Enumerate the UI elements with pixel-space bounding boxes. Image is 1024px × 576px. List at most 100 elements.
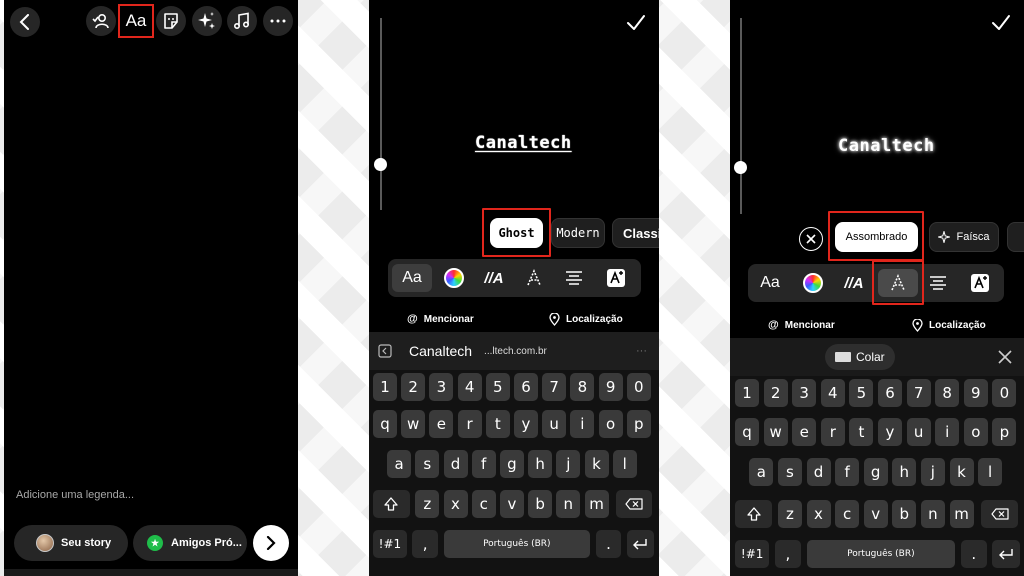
sticker-button[interactable] (156, 6, 186, 36)
key-s[interactable]: s (777, 458, 802, 486)
key-h[interactable]: h (892, 458, 917, 486)
space-key[interactable]: Português (BR) (443, 530, 591, 558)
comma-key[interactable]: , (412, 530, 438, 558)
key-m[interactable]: m (949, 500, 974, 528)
text-background-tool[interactable] (602, 264, 630, 292)
key-5[interactable]: 5 (485, 373, 510, 401)
key-l[interactable]: l (978, 458, 1003, 486)
key-n[interactable]: n (920, 500, 945, 528)
key-4[interactable]: 4 (820, 379, 845, 407)
key-w[interactable]: w (401, 410, 426, 438)
key-a[interactable]: a (387, 450, 412, 478)
your-story-button[interactable]: Seu story (14, 525, 128, 561)
key-n[interactable]: n (556, 490, 581, 518)
align-tool[interactable] (560, 264, 588, 292)
location-button[interactable]: Localização (549, 307, 623, 331)
key-0[interactable]: 0 (626, 373, 651, 401)
music-button[interactable] (227, 6, 257, 36)
key-2[interactable]: 2 (401, 373, 426, 401)
key-d[interactable]: d (443, 450, 468, 478)
key-t[interactable]: t (849, 418, 874, 446)
key-o[interactable]: o (598, 410, 623, 438)
key-8[interactable]: 8 (935, 379, 960, 407)
key-w[interactable]: w (763, 418, 788, 446)
text-effect-tool[interactable]: //A (480, 264, 508, 292)
key-g[interactable]: g (499, 450, 524, 478)
key-9[interactable]: 9 (963, 379, 988, 407)
color-tool[interactable] (440, 264, 468, 292)
back-button[interactable] (10, 7, 40, 37)
font-tool[interactable]: Aa (392, 264, 432, 292)
key-y[interactable]: y (514, 410, 538, 438)
key-s[interactable]: s (415, 450, 440, 478)
key-k[interactable]: k (584, 450, 609, 478)
key-r[interactable]: r (457, 410, 482, 438)
key-l[interactable]: l (612, 450, 637, 478)
key-8[interactable]: 8 (570, 373, 595, 401)
key-0[interactable]: 0 (992, 379, 1017, 407)
key-x[interactable]: x (806, 500, 831, 528)
key-9[interactable]: 9 (598, 373, 623, 401)
key-o[interactable]: o (963, 418, 988, 446)
suggestion-word[interactable]: Canaltech (409, 343, 472, 359)
align-tool[interactable] (924, 269, 952, 297)
key-6[interactable]: 6 (514, 373, 538, 401)
location-button[interactable]: Localização (912, 313, 986, 337)
share-next-button[interactable] (253, 525, 289, 561)
story-text[interactable]: Canaltech (475, 133, 572, 153)
key-7[interactable]: 7 (542, 373, 567, 401)
period-key[interactable]: . (595, 530, 622, 558)
key-4[interactable]: 4 (457, 373, 482, 401)
font-size-slider[interactable] (380, 18, 382, 210)
key-d[interactable]: d (806, 458, 831, 486)
text-background-tool[interactable] (966, 269, 994, 297)
text-tool-button[interactable]: Aa (118, 4, 154, 38)
key-z[interactable]: z (415, 490, 440, 518)
font-size-slider-thumb[interactable] (374, 158, 387, 171)
suggestion-url[interactable]: ...ltech.com.br (484, 346, 547, 357)
key-2[interactable]: 2 (763, 379, 788, 407)
key-e[interactable]: e (429, 410, 454, 438)
key-f[interactable]: f (471, 450, 496, 478)
tag-people-button[interactable] (86, 6, 116, 36)
font-tool[interactable]: Aa (756, 269, 784, 297)
key-r[interactable]: r (820, 418, 845, 446)
close-icon[interactable] (998, 350, 1012, 364)
enter-key[interactable] (992, 540, 1020, 568)
style-chip-spark[interactable]: Faísca (929, 222, 999, 252)
text-effect-tool[interactable]: //A (840, 269, 868, 297)
enter-key[interactable] (626, 530, 654, 558)
key-v[interactable]: v (499, 490, 524, 518)
mention-button[interactable]: @ Mencionar (768, 313, 835, 337)
done-check-icon[interactable] (990, 12, 1012, 34)
mention-button[interactable]: @ Mencionar (407, 307, 474, 331)
symbols-key[interactable]: !#1 (373, 530, 407, 558)
font-size-slider-thumb[interactable] (734, 161, 747, 174)
caption-input[interactable]: Adicione uma legenda... (16, 489, 134, 501)
key-j[interactable]: j (556, 450, 581, 478)
key-h[interactable]: h (528, 450, 553, 478)
key-i[interactable]: i (935, 418, 960, 446)
style-chip-classic[interactable]: Classi (612, 218, 659, 248)
key-6[interactable]: 6 (878, 379, 902, 407)
key-y[interactable]: y (878, 418, 902, 446)
key-g[interactable]: g (863, 458, 888, 486)
key-c[interactable]: c (835, 500, 860, 528)
key-c[interactable]: c (471, 490, 496, 518)
comma-key[interactable]: , (775, 540, 801, 568)
backspace-key[interactable] (980, 500, 1019, 528)
key-e[interactable]: e (792, 418, 817, 446)
done-check-icon[interactable] (625, 12, 647, 34)
key-v[interactable]: v (863, 500, 888, 528)
key-x[interactable]: x (443, 490, 468, 518)
suggestion-more[interactable]: ··· (636, 345, 647, 357)
style-chip-haunted[interactable]: Assombrado (835, 222, 918, 252)
key-f[interactable]: f (835, 458, 860, 486)
paste-button[interactable]: Colar (825, 344, 895, 370)
key-q[interactable]: q (373, 410, 397, 438)
key-p[interactable]: p (626, 410, 651, 438)
key-b[interactable]: b (528, 490, 553, 518)
space-key[interactable]: Português (BR) (806, 540, 956, 568)
effects-button[interactable] (192, 6, 222, 36)
style-chip-next[interactable] (1007, 222, 1024, 252)
